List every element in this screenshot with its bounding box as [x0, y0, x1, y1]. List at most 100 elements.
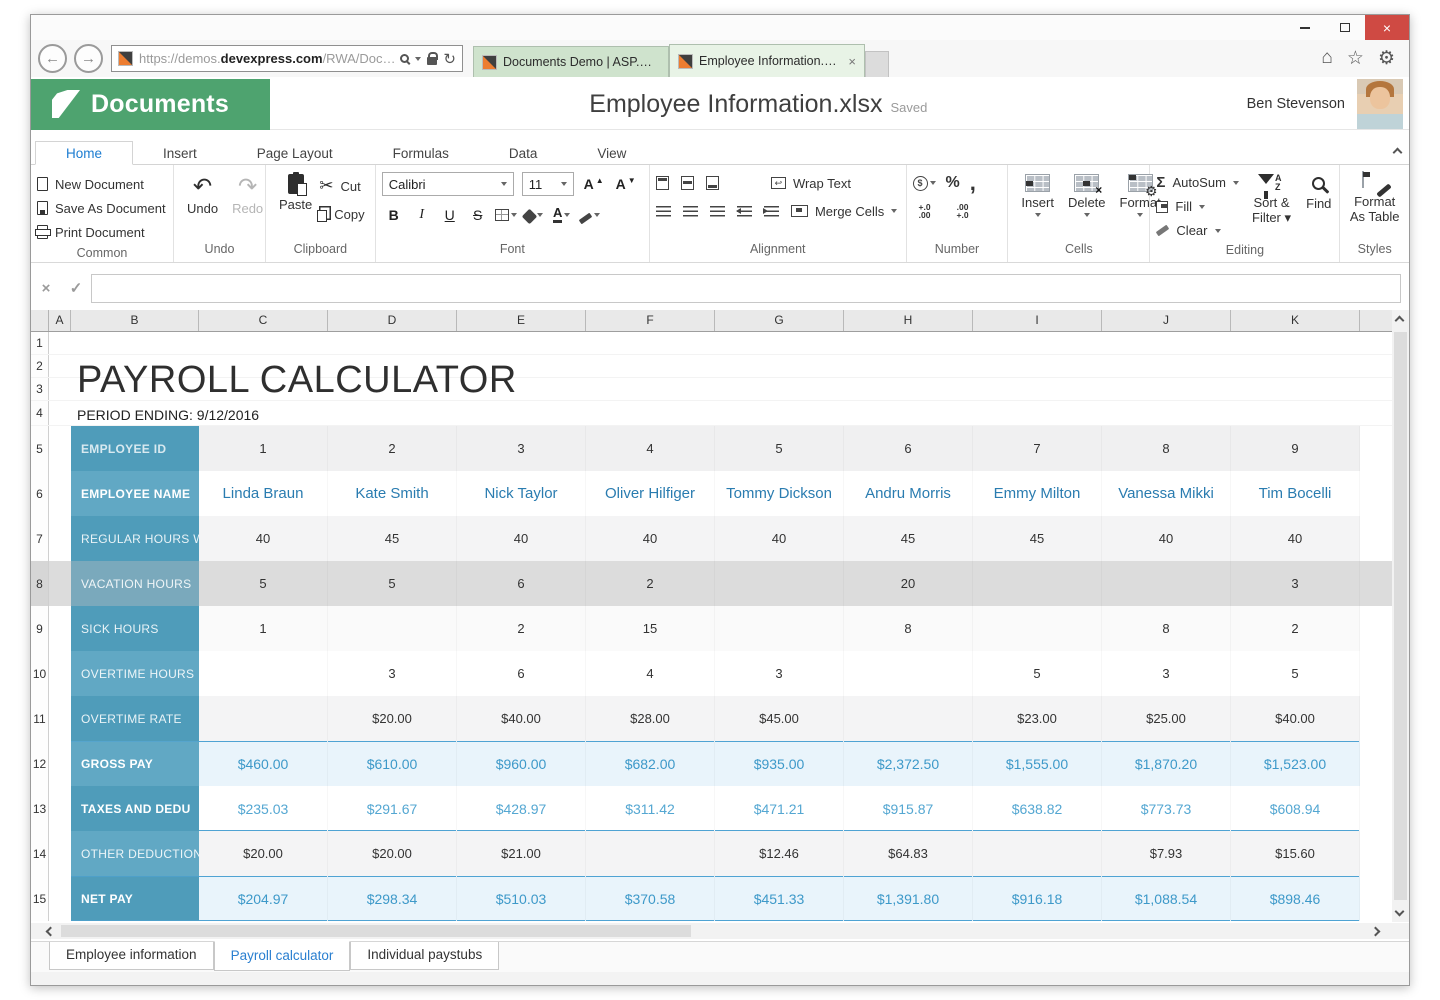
column-header-G[interactable]: G	[715, 310, 844, 331]
row-header-10[interactable]: 10	[31, 651, 49, 696]
cell-K11[interactable]: $40.00	[1231, 696, 1360, 741]
cell-G14[interactable]: $12.46	[715, 831, 844, 876]
cell-G10[interactable]: 3	[715, 651, 844, 696]
row-header-15[interactable]: 15	[31, 876, 49, 921]
sheet-tab-employee-information[interactable]: Employee information	[49, 942, 214, 970]
font-size-select[interactable]: 11	[522, 172, 574, 196]
cell-G12[interactable]: $935.00	[715, 741, 844, 786]
row-header-1[interactable]: 1	[31, 332, 49, 354]
cell-G15[interactable]: $451.33	[715, 876, 844, 921]
cell-C10[interactable]	[199, 651, 328, 696]
cell-A9[interactable]	[49, 606, 71, 651]
cell-E15[interactable]: $510.03	[457, 876, 586, 921]
cell-D9[interactable]	[328, 606, 457, 651]
cell-C9[interactable]: 1	[199, 606, 328, 651]
row-label-vacation-hours[interactable]: VACATION HOURS	[71, 561, 199, 606]
cell-G7[interactable]: 40	[715, 516, 844, 561]
tab-close-icon[interactable]: ×	[848, 54, 856, 69]
cell-A7[interactable]	[49, 516, 71, 561]
cell-K8[interactable]: 3	[1231, 561, 1360, 606]
cell-C15[interactable]: $204.97	[199, 876, 328, 921]
horizontal-scrollbar[interactable]	[31, 923, 1409, 939]
cell-D5[interactable]: 2	[328, 426, 457, 471]
underline-button[interactable]: U	[438, 203, 462, 227]
cell-C8[interactable]: 5	[199, 561, 328, 606]
cell-H7[interactable]: 45	[844, 516, 973, 561]
cell-J10[interactable]: 3	[1102, 651, 1231, 696]
settings-gear-icon[interactable]: ⚙	[1378, 47, 1395, 70]
clear-button[interactable]: Clear	[1156, 220, 1239, 241]
align-middle-icon[interactable]	[681, 176, 694, 190]
row-label-taxes-and-dedu[interactable]: TAXES AND DEDU	[71, 786, 199, 831]
increase-indent-icon[interactable]	[764, 206, 779, 217]
row-header-5[interactable]: 5	[31, 426, 49, 471]
align-right-icon[interactable]	[710, 206, 725, 217]
cell-F9[interactable]: 15	[586, 606, 715, 651]
cell-F10[interactable]: 4	[586, 651, 715, 696]
cell-G6[interactable]: Tommy Dickson	[715, 471, 844, 516]
window-close-button[interactable]: ×	[1365, 15, 1409, 40]
sheet-subtitle-cell[interactable]: PERIOD ENDING: 9/12/2016	[77, 403, 259, 427]
column-header-B[interactable]: B	[71, 310, 199, 331]
vertical-scroll-thumb[interactable]	[1394, 332, 1407, 900]
scroll-left-icon[interactable]	[46, 926, 56, 936]
back-button[interactable]: ←	[38, 44, 67, 73]
cell-D7[interactable]: 45	[328, 516, 457, 561]
column-header-F[interactable]: F	[586, 310, 715, 331]
accounting-format-button[interactable]: $	[913, 171, 936, 195]
cell-E10[interactable]: 6	[457, 651, 586, 696]
ribbon-tab-view[interactable]: View	[567, 141, 656, 165]
bold-button[interactable]: B	[382, 203, 406, 227]
cell-H12[interactable]: $2,372.50	[844, 741, 973, 786]
search-icon[interactable]	[400, 54, 409, 63]
borders-button[interactable]	[494, 203, 518, 227]
cell-I12[interactable]: $1,555.00	[973, 741, 1102, 786]
cell-K9[interactable]: 2	[1231, 606, 1360, 651]
row-header-4[interactable]: 4	[31, 401, 49, 425]
cell-D10[interactable]: 3	[328, 651, 457, 696]
comma-style-button[interactable]: ,	[970, 178, 976, 188]
cell-K5[interactable]: 9	[1231, 426, 1360, 471]
save-as-document-button[interactable]: Save As Document	[37, 196, 167, 220]
cell-J9[interactable]: 8	[1102, 606, 1231, 651]
ribbon-tab-data[interactable]: Data	[479, 141, 568, 165]
cell-F7[interactable]: 40	[586, 516, 715, 561]
column-header-A[interactable]: A	[49, 310, 71, 331]
sheet-tab-individual-paystubs[interactable]: Individual paystubs	[350, 942, 499, 970]
cell-J8[interactable]	[1102, 561, 1231, 606]
cell-E7[interactable]: 40	[457, 516, 586, 561]
cut-button[interactable]: ✂Cut	[319, 174, 364, 198]
cell-A11[interactable]	[49, 696, 71, 741]
sheet-tab-payroll-calculator[interactable]: Payroll calculator	[214, 941, 351, 971]
cell-E5[interactable]: 3	[457, 426, 586, 471]
cell-G8[interactable]	[715, 561, 844, 606]
column-header-K[interactable]: K	[1231, 310, 1360, 331]
font-family-select[interactable]: Calibri	[382, 172, 514, 196]
cell-G11[interactable]: $45.00	[715, 696, 844, 741]
scroll-up-icon[interactable]	[1395, 316, 1405, 326]
column-header-C[interactable]: C	[199, 310, 328, 331]
strikethrough-button[interactable]: S	[466, 203, 490, 227]
column-header-J[interactable]: J	[1102, 310, 1231, 331]
cell-K10[interactable]: 5	[1231, 651, 1360, 696]
new-document-button[interactable]: New Document	[37, 172, 167, 196]
cell-J5[interactable]: 8	[1102, 426, 1231, 471]
row-header-2[interactable]: 2	[31, 355, 49, 377]
cell-J13[interactable]: $773.73	[1102, 786, 1231, 831]
insert-cells-button[interactable]: Insert	[1014, 172, 1061, 240]
cell-H15[interactable]: $1,391.80	[844, 876, 973, 921]
address-bar[interactable]: https://demos.devexpress.com/RWA/Documen…	[111, 45, 463, 72]
format-as-table-button[interactable]: Format As Table	[1346, 172, 1403, 224]
window-maximize-button[interactable]	[1325, 15, 1365, 40]
cell-A13[interactable]	[49, 786, 71, 831]
new-tab-button[interactable]	[865, 51, 889, 77]
row-label-employee-id[interactable]: EMPLOYEE ID	[71, 426, 199, 471]
increase-decimal-button[interactable]: +.0 .00	[913, 203, 937, 219]
merge-cells-button[interactable]: Merge Cells	[791, 199, 897, 223]
cell-H13[interactable]: $915.87	[844, 786, 973, 831]
cell-K7[interactable]: 40	[1231, 516, 1360, 561]
shrink-font-button[interactable]: A▼	[614, 172, 638, 196]
cell-I5[interactable]: 7	[973, 426, 1102, 471]
column-header-E[interactable]: E	[457, 310, 586, 331]
cell-H10[interactable]	[844, 651, 973, 696]
